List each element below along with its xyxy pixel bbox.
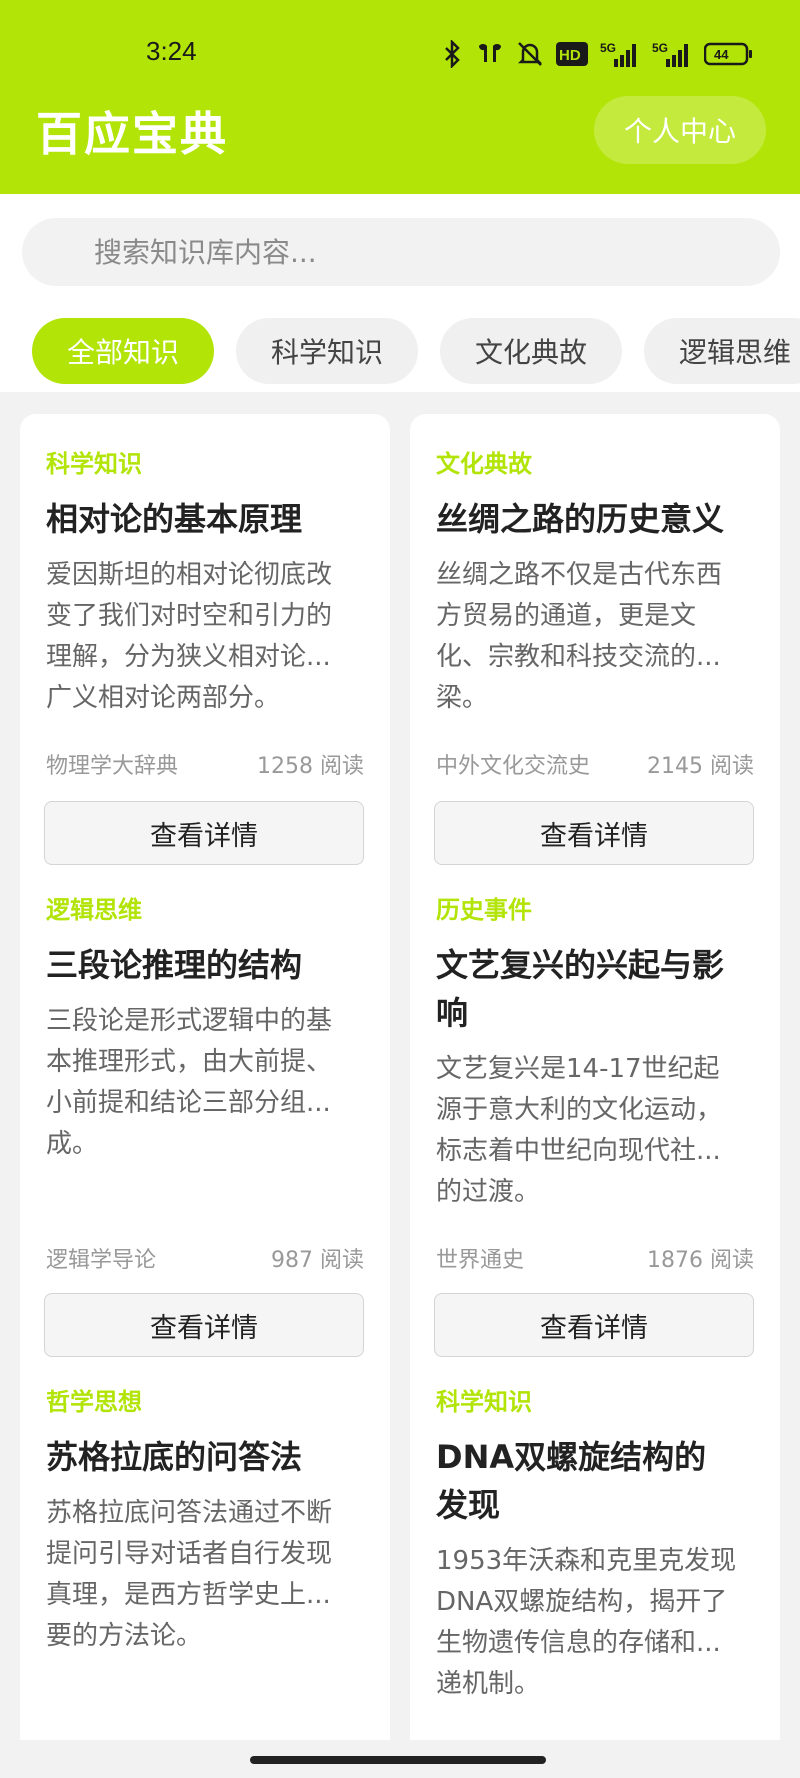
- card-title: 三段论推理的结构: [46, 946, 303, 984]
- search-box[interactable]: [22, 218, 780, 286]
- card-meta: 中外文化交流史 2145 阅读: [436, 748, 754, 780]
- card-category: 逻辑思维: [46, 896, 142, 924]
- app-title: 百应宝典: [36, 107, 228, 161]
- profile-button[interactable]: 个人中心: [594, 96, 766, 164]
- home-indicator[interactable]: [250, 1756, 546, 1764]
- card-category: 科学知识: [436, 1388, 532, 1416]
- chip-science[interactable]: 科学知识: [236, 318, 418, 384]
- chip-logic[interactable]: 逻辑思维: [644, 318, 800, 384]
- svg-text:5G: 5G: [600, 41, 616, 55]
- card-reads: 1258 阅读: [257, 754, 364, 779]
- card-description: 三段论是形式逻辑中的基 本推理形式，由大前提、 小前提和结论三部分组... 成。: [46, 1006, 333, 1159]
- card-reads: 2145 阅读: [647, 754, 754, 779]
- svg-text:5G: 5G: [652, 41, 668, 55]
- search-filter-panel: 全部知识 科学知识 文化典故 逻辑思维: [0, 194, 800, 392]
- card-title: 苏格拉底的问答法: [46, 1438, 303, 1476]
- card-category: 科学知识: [46, 450, 142, 478]
- chip-culture[interactable]: 文化典故: [440, 318, 622, 384]
- card-meta: 逻辑学导论 987 阅读: [46, 1242, 364, 1274]
- card-column-left: 科学知识 相对论的基本原理 爱因斯坦的相对论彻底改 变了我们对时空和引力的 理解…: [20, 414, 390, 1778]
- card-source: 世界通史: [436, 1248, 525, 1273]
- card-title: 相对论的基本原理: [46, 500, 303, 538]
- knowledge-card: 历史事件 文艺复兴的兴起与影 响 文艺复兴是14-17世纪起 源于意大利的文化运…: [410, 860, 780, 1357]
- card-meta: 世界通史 1876 阅读: [436, 1242, 754, 1274]
- chip-all[interactable]: 全部知识: [32, 318, 214, 384]
- card-description: 苏格拉底问答法通过不断 提问引导对话者自行发现 真理，是西方哲学史上... 要的…: [46, 1498, 333, 1651]
- card-description: 丝绸之路不仅是古代东西 方贸易的通道，更是文 化、宗教和科技交流的... 梁。: [436, 560, 723, 713]
- card-category: 文化典故: [436, 450, 532, 478]
- card-meta: 物理学大辞典 1258 阅读: [46, 748, 364, 780]
- card-reads: 987 阅读: [271, 1248, 364, 1273]
- card-reads: 1876 阅读: [647, 1248, 754, 1273]
- search-input[interactable]: [94, 235, 694, 269]
- card-title: DNA双螺旋结构的 发现: [436, 1438, 707, 1524]
- knowledge-card: 逻辑思维 三段论推理的结构 三段论是形式逻辑中的基 本推理形式，由大前提、 小前…: [20, 860, 390, 1357]
- card-category: 历史事件: [436, 896, 532, 924]
- knowledge-card: 科学知识 相对论的基本原理 爱因斯坦的相对论彻底改 变了我们对时空和引力的 理解…: [20, 414, 390, 865]
- card-source: 物理学大辞典: [46, 754, 179, 779]
- category-chips: 全部知识 科学知识 文化典故 逻辑思维: [32, 318, 800, 384]
- card-description: 文艺复兴是14-17世纪起 源于意大利的文化运动， 标志着中世纪向现代社... …: [436, 1054, 723, 1207]
- card-column-right: 文化典故 丝绸之路的历史意义 丝绸之路不仅是古代东西 方贸易的通道，更是文 化、…: [410, 414, 780, 1778]
- card-source: 逻辑学导论: [46, 1248, 157, 1273]
- view-details-button[interactable]: 查看详情: [434, 1293, 754, 1357]
- svg-text:44: 44: [714, 47, 729, 62]
- card-description: 1953年沃森和克里克发现 DNA双螺旋结构，揭开了 生物遗传信息的存储和...…: [436, 1546, 737, 1699]
- card-category: 哲学思想: [46, 1388, 142, 1416]
- svg-text:HD: HD: [559, 47, 581, 64]
- card-source: 中外文化交流史: [436, 754, 591, 779]
- app-bar: 百应宝典 个人中心: [0, 64, 800, 194]
- card-description: 爱因斯坦的相对论彻底改 变了我们对时空和引力的 理解，分为狭义相对论... 广义…: [46, 560, 333, 713]
- view-details-button[interactable]: 查看详情: [434, 801, 754, 865]
- status-bar: 3:24 HD 5G 5G 44: [0, 0, 800, 68]
- view-details-button[interactable]: 查看详情: [44, 1293, 364, 1357]
- card-title: 文艺复兴的兴起与影 响: [436, 946, 725, 1032]
- header: 3:24 HD 5G 5G 44 百应宝典 个人中心: [0, 0, 800, 194]
- knowledge-card: 哲学思想 苏格拉底的问答法 苏格拉底问答法通过不断 提问引导对话者自行发现 真理…: [20, 1352, 390, 1778]
- knowledge-card: 科学知识 DNA双螺旋结构的 发现 1953年沃森和克里克发现 DNA双螺旋结构…: [410, 1352, 780, 1778]
- hd-icon: HD: [556, 42, 588, 66]
- status-time: 3:24: [146, 36, 197, 66]
- knowledge-card: 文化典故 丝绸之路的历史意义 丝绸之路不仅是古代东西 方贸易的通道，更是文 化、…: [410, 414, 780, 865]
- view-details-button[interactable]: 查看详情: [44, 801, 364, 865]
- battery-icon: 44: [704, 42, 754, 66]
- card-title: 丝绸之路的历史意义: [436, 500, 725, 538]
